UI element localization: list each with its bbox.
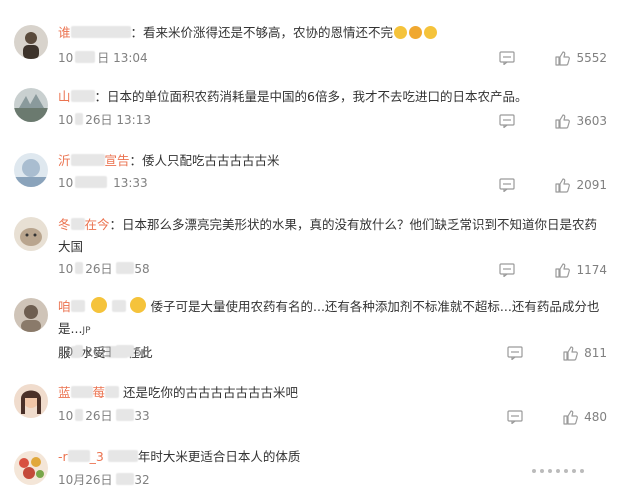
comment-reply-icon[interactable] [507, 346, 523, 360]
comment-timestamp: 10 26日 33 [58, 409, 150, 423]
comment-text-row: 山：日本的单位面积农药消耗量是中国的6倍多，我才不去吃进口的日本农产品。 [58, 89, 528, 104]
avatar[interactable] [14, 451, 48, 485]
comment-text: 日本的单位面积农药消耗量是中国的6倍多，我才不去吃进口的日本农产品。 [107, 89, 528, 104]
like-button[interactable]: 811 [563, 345, 607, 361]
comment-timestamp: 10 26日 56 [58, 345, 150, 359]
comment-reply-icon[interactable] [499, 178, 516, 192]
thumbs-up-icon [563, 345, 578, 361]
comment-text: 日本那么多漂亮完美形状的水果，真的没有放什么？他们缺乏常识到不知道你日是农药大国 [58, 217, 598, 254]
like-count: 3603 [576, 114, 607, 128]
like-button[interactable]: 2091 [555, 177, 607, 193]
username[interactable]: 山 [58, 89, 95, 104]
username[interactable]: 沂宣告 [58, 153, 130, 168]
avatar[interactable] [14, 25, 48, 59]
comment-timestamp: 10 13:33 [58, 176, 148, 190]
comment-text: 还是吃你的古古古古古古古米吧 [123, 385, 299, 400]
username[interactable]: -r _3 [58, 449, 104, 464]
avatar[interactable] [14, 153, 48, 187]
comment-timestamp: 10 日 13:04 [58, 51, 148, 65]
like-count: 480 [584, 410, 607, 424]
comment-timestamp: 10月26日 32 [58, 473, 150, 487]
like-button[interactable]: 3603 [555, 113, 607, 129]
like-count: 5552 [576, 51, 607, 65]
emoji-icon [409, 26, 423, 39]
like-button[interactable]: 5552 [555, 50, 607, 66]
comment-text-row: 蓝莓 还是吃你的古古古古古古古米吧 [58, 382, 608, 404]
avatar[interactable] [14, 88, 48, 122]
comment-reply-icon[interactable] [499, 51, 516, 65]
username[interactable]: 谁 [58, 25, 131, 40]
comment-reply-icon[interactable] [499, 114, 516, 128]
username[interactable]: 咱 [58, 299, 85, 314]
emoji-icon [90, 297, 107, 313]
emoji-icon [424, 26, 438, 39]
like-count: 2091 [576, 178, 607, 192]
comment-reply-icon[interactable] [507, 410, 523, 424]
comment-reply-icon[interactable] [499, 263, 516, 277]
like-button[interactable]: 1174 [555, 262, 607, 278]
thumbs-up-icon [563, 409, 578, 425]
comment-text: 倭人只配吃古古古古古米 [142, 153, 280, 168]
watermark-dots [532, 469, 584, 473]
avatar[interactable] [14, 298, 48, 332]
username[interactable]: 冬在今 [58, 217, 110, 232]
thumbs-up-icon [555, 177, 571, 193]
comment-timestamp: 10 26日 13:13 [58, 113, 151, 127]
like-count: 1174 [576, 263, 607, 277]
comment-text-row: 谁：看来米价涨得还是不够高，农协的恩情还不完 [58, 22, 608, 44]
username[interactable]: 蓝莓 [58, 385, 120, 400]
comment-text-tail: JP [82, 326, 91, 336]
avatar[interactable] [14, 217, 48, 251]
thumbs-up-icon [555, 113, 571, 129]
comment-text-row: 沂宣告：倭人只配吃古古古古古米 [58, 153, 280, 168]
like-count: 811 [584, 346, 607, 360]
thumbs-up-icon [555, 50, 571, 66]
like-button[interactable]: 480 [563, 409, 607, 425]
comment-timestamp: 10 26日 58 [58, 262, 150, 276]
avatar[interactable] [14, 384, 48, 418]
thumbs-up-icon [555, 262, 571, 278]
emoji-icon [394, 26, 408, 39]
comment-text-row: 冬在今：日本那么多漂亮完美形状的水果，真的没有放什么？他们缺乏常识到不知道你日是… [58, 217, 598, 254]
comment-text-row: -r _3 年时大米更适合日本人的体质 [58, 446, 608, 468]
emoji-icon [129, 297, 146, 313]
comment-text: 年时大米更适合日本人的体质 [137, 449, 301, 464]
comment-text: 看来米价涨得还是不够高，农协的恩情还不完 [143, 25, 394, 40]
